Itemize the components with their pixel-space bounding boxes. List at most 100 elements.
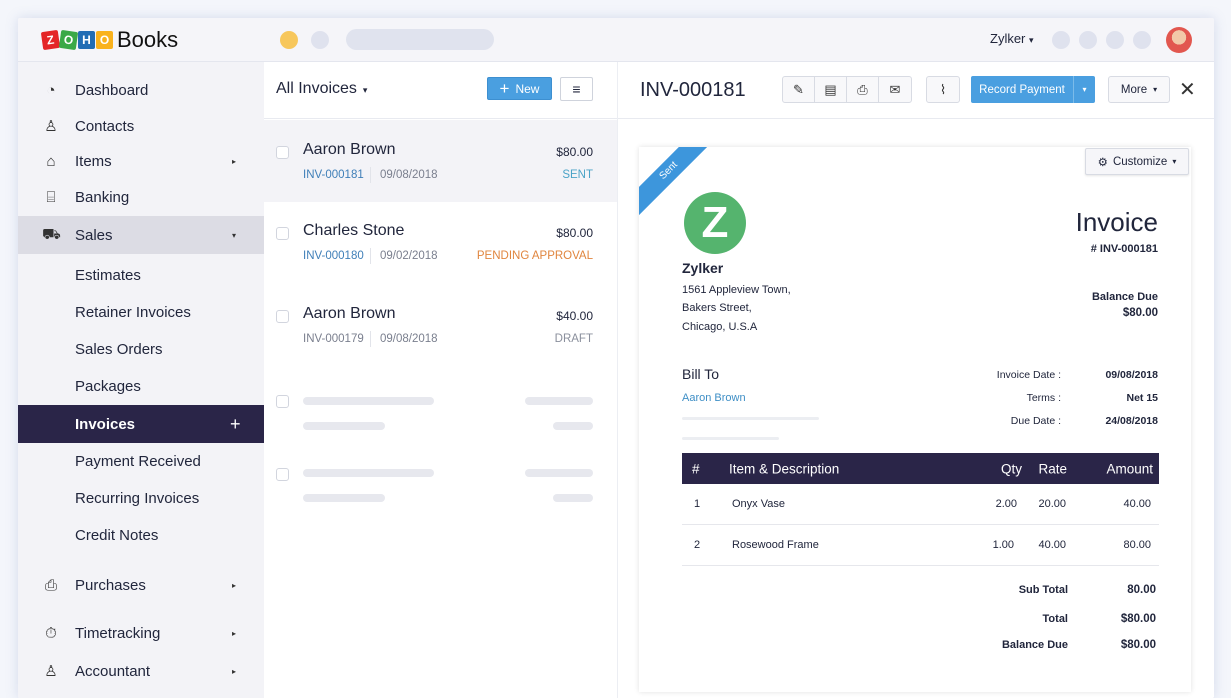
invoice-document: Sent ⚙ Customize ▾ Z Zylker 1561 Applevi…: [639, 147, 1191, 692]
list-title: All Invoices: [276, 80, 357, 97]
invoice-date-value: 09/08/2018: [1105, 369, 1158, 381]
skeleton-bar: [303, 397, 434, 405]
row-checkbox[interactable]: [276, 310, 289, 323]
row-checkbox[interactable]: [276, 146, 289, 159]
hamburger-icon: ≡: [572, 81, 581, 97]
window-dot-yellow-icon[interactable]: [280, 31, 298, 49]
invoice-date: 09/08/2018: [380, 333, 438, 345]
sidebar-item-items[interactable]: ⌂ Items ▸: [18, 142, 264, 180]
sidebar-item-label: Packages: [75, 377, 141, 395]
sidebar-item-sales[interactable]: ⛟ Sales ▾: [18, 216, 264, 254]
divider: [370, 167, 371, 183]
header-icon-placeholder[interactable]: [1106, 31, 1124, 49]
sidebar-item-recurring-invoices[interactable]: Recurring Invoices: [18, 479, 264, 517]
email-button[interactable]: ✉: [879, 77, 911, 102]
list-header: All Invoices ▾ + New ≡: [264, 62, 617, 119]
header-icon-placeholder[interactable]: [1079, 31, 1097, 49]
close-icon[interactable]: ✕: [1179, 77, 1196, 102]
sidebar-item-timetracking[interactable]: ⏱ Timetracking ▸: [18, 614, 264, 652]
bill-to-label: Bill To: [682, 366, 720, 382]
customer-name: Aaron Brown: [303, 305, 396, 322]
invoice-row[interactable]: Aaron Brown $80.00 INV-000181 09/08/2018…: [264, 120, 617, 202]
sidebar-item-contacts[interactable]: ♙ Contacts: [18, 107, 264, 145]
customize-button[interactable]: ⚙ Customize ▾: [1085, 148, 1189, 175]
org-name: Zylker: [682, 260, 724, 276]
invoice-amount: $80.00: [556, 226, 593, 240]
sidebar-item-label: Payment Received: [75, 452, 201, 470]
contacts-icon: ♙: [44, 118, 58, 135]
sidebar-item-label: Sales Orders: [75, 340, 163, 358]
user-avatar[interactable]: [1166, 27, 1192, 53]
row-checkbox[interactable]: [276, 227, 289, 240]
sidebar: ◔ Dashboard ♙ Contacts ⌂ Items ▸ ⌸ Banki…: [18, 62, 264, 698]
invoice-number: INV-000179: [303, 333, 364, 345]
line-items-table: # Item & Description Qty Rate Amount 1 O…: [682, 453, 1159, 566]
invoice-amount: $40.00: [556, 309, 593, 323]
org-logo: Z: [684, 192, 746, 254]
sidebar-item-estimates[interactable]: Estimates: [18, 256, 264, 294]
pdf-button[interactable]: ▤: [815, 77, 847, 102]
invoice-row[interactable]: Charles Stone $80.00 INV-000180 09/02/20…: [264, 201, 617, 283]
divider: [370, 248, 371, 264]
row-number: 1: [694, 498, 701, 510]
attach-button[interactable]: ⌇: [927, 77, 959, 102]
sidebar-item-banking[interactable]: ⌸ Banking: [18, 178, 264, 216]
pdf-icon: ▤: [824, 81, 837, 97]
skeleton-bar: [303, 422, 385, 430]
search-bar-placeholder[interactable]: [346, 29, 494, 50]
sidebar-item-label: Sales: [75, 226, 113, 244]
bill-to-customer-link[interactable]: Aaron Brown: [682, 392, 746, 404]
item-rate: 40.00: [1038, 539, 1066, 551]
org-switcher[interactable]: Zylker ▾: [990, 31, 1034, 46]
record-payment-label[interactable]: Record Payment: [971, 76, 1074, 103]
sidebar-item-retainer-invoices[interactable]: Retainer Invoices: [18, 293, 264, 331]
logo-letter: Z: [40, 29, 61, 51]
shopping-bag-icon: ⎙: [44, 576, 57, 594]
row-checkbox[interactable]: [276, 468, 289, 481]
invoice-date: 09/08/2018: [380, 169, 438, 181]
bank-icon: ⌸: [46, 188, 56, 206]
header-icon-placeholder[interactable]: [1052, 31, 1070, 49]
sidebar-item-packages[interactable]: Packages: [18, 367, 264, 405]
row-number: 2: [694, 539, 701, 551]
edit-button[interactable]: ✎: [783, 77, 815, 102]
zoho-books-logo[interactable]: Z O H O Books: [40, 27, 178, 53]
window-dot-icon[interactable]: [311, 31, 329, 49]
skeleton-bar: [303, 494, 385, 502]
sidebar-item-credit-notes[interactable]: Credit Notes: [18, 516, 264, 554]
print-button[interactable]: ⎙: [847, 77, 879, 102]
total-value: $80.00: [1120, 613, 1156, 625]
skeleton-bar: [682, 417, 819, 420]
more-button[interactable]: More ▾: [1108, 76, 1170, 103]
sidebar-item-purchases[interactable]: ⎙ Purchases ▸: [18, 566, 264, 604]
address-line: Bakers Street,: [682, 302, 752, 314]
due-date-value: 24/08/2018: [1105, 415, 1158, 427]
list-menu-button[interactable]: ≡: [560, 77, 593, 101]
balance-due-label: Balance Due: [1091, 291, 1158, 303]
email-icon: ✉: [889, 81, 901, 97]
record-payment-button[interactable]: Record Payment ▾: [971, 76, 1095, 103]
document-title: Invoice: [1075, 207, 1158, 237]
balance-due-value: $80.00: [1122, 307, 1158, 319]
row-checkbox[interactable]: [276, 395, 289, 408]
header-icon-placeholder[interactable]: [1133, 31, 1151, 49]
cart-icon: ⛟: [42, 225, 61, 243]
column-header: Rate: [1038, 461, 1067, 476]
due-date-label: Due Date :: [1010, 415, 1061, 427]
new-button-label: New: [515, 81, 540, 96]
sidebar-item-invoices[interactable]: Invoices +: [18, 405, 264, 443]
sidebar-item-label: Dashboard: [75, 81, 149, 99]
list-view-selector[interactable]: All Invoices ▾: [276, 80, 367, 98]
sidebar-item-sales-orders[interactable]: Sales Orders: [18, 330, 264, 368]
sidebar-item-dashboard[interactable]: ◔ Dashboard: [18, 71, 264, 109]
attach-group: ⌇: [926, 76, 960, 103]
logo-letter: O: [58, 29, 79, 51]
sidebar-item-label: Credit Notes: [75, 526, 159, 544]
sidebar-item-payment-received[interactable]: Payment Received: [18, 442, 264, 480]
new-invoice-button[interactable]: + New: [487, 77, 552, 100]
invoice-row[interactable]: Aaron Brown $40.00 INV-000179 09/08/2018…: [264, 284, 617, 366]
chevron-down-icon[interactable]: ▾: [1074, 76, 1095, 103]
sidebar-item-accountant[interactable]: ♙ Accountant ▸: [18, 652, 264, 690]
balance-due-total-value: $80.00: [1120, 639, 1156, 651]
add-invoice-icon[interactable]: +: [230, 414, 241, 435]
